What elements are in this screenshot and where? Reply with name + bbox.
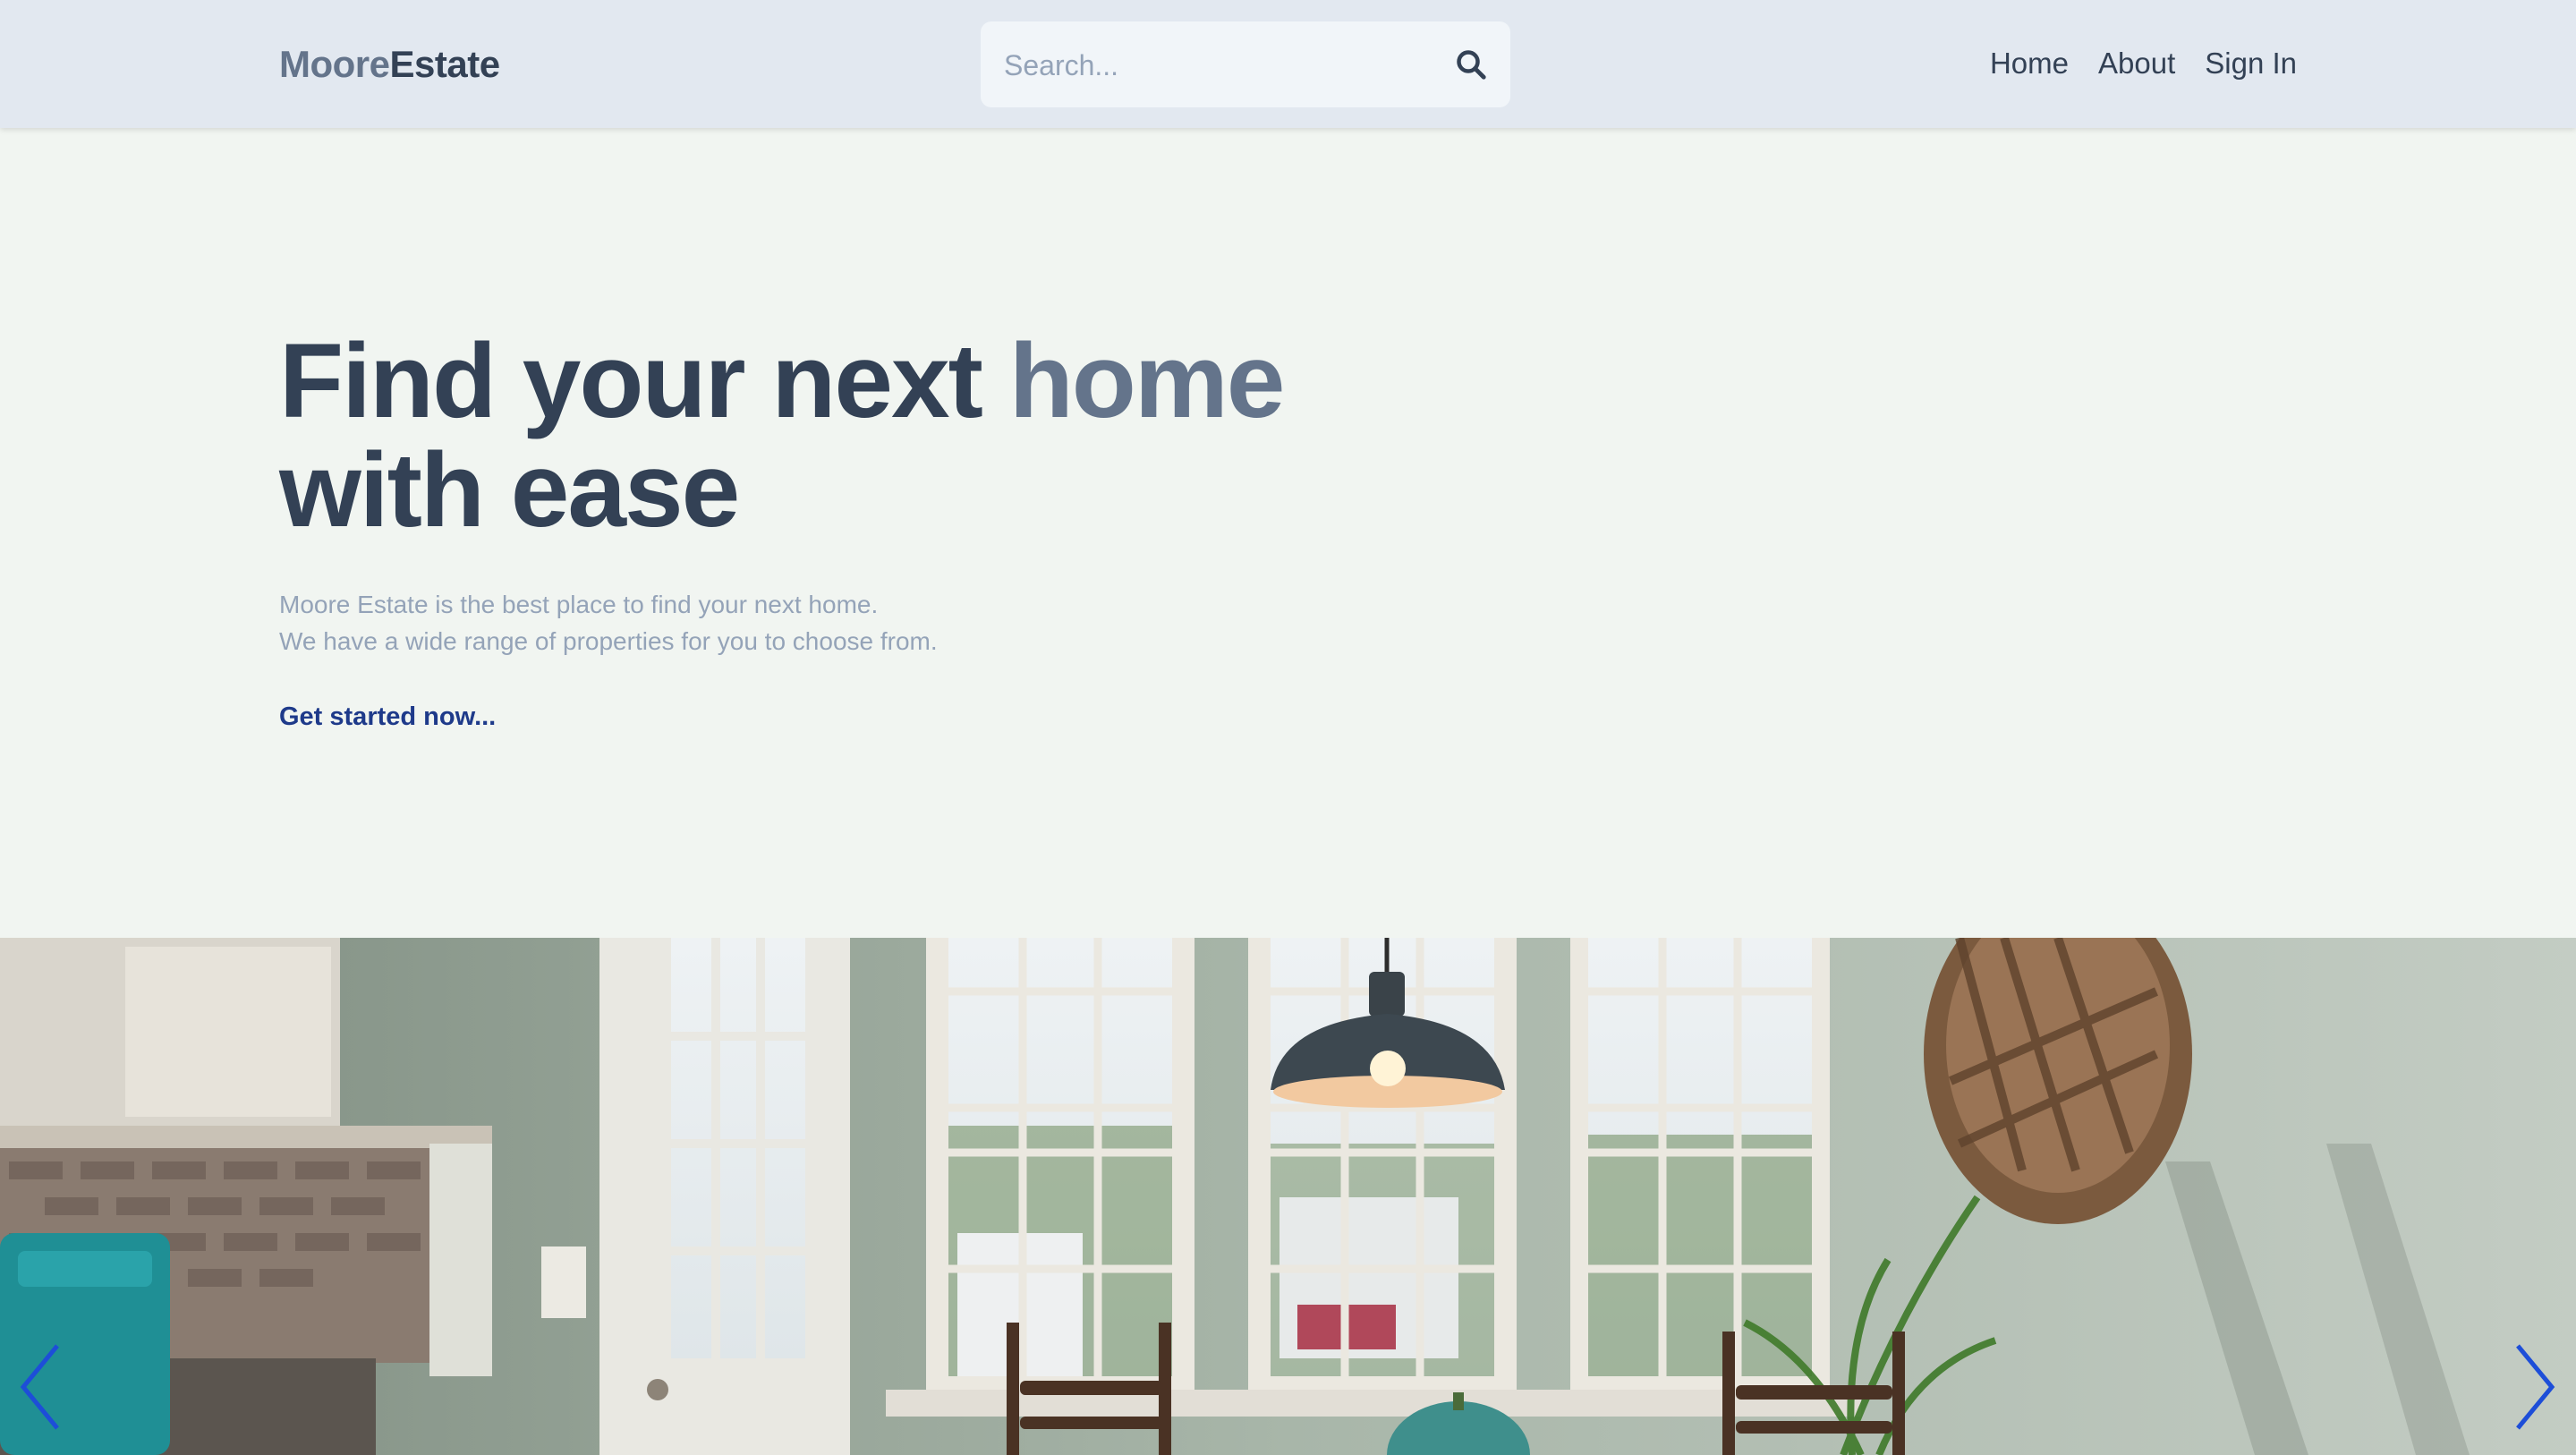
hero-description-line1: Moore Estate is the best place to find y… [279, 591, 879, 618]
logo-part-estate: Estate [389, 43, 501, 85]
search-input[interactable] [1002, 21, 1435, 109]
main-nav: Home About Sign In [1990, 47, 2297, 81]
nav-sign-in-link[interactable]: Sign In [2205, 47, 2297, 81]
carousel-next-button[interactable] [2512, 1342, 2557, 1432]
hero-title-accent: home [1008, 322, 1286, 440]
hero-title: Find your next home with ease [279, 327, 1285, 545]
carousel-image [0, 938, 2576, 1455]
hero-description: Moore Estate is the best place to find y… [279, 586, 938, 659]
nav-home-link[interactable]: Home [1990, 47, 2069, 81]
site-header: MooreEstate Home About Sign In [0, 0, 2576, 128]
hero-title-line2: with ease [279, 431, 740, 549]
search-icon[interactable] [1455, 48, 1487, 81]
carousel-prev-button[interactable] [18, 1342, 63, 1432]
hero-title-start: Find your next [279, 322, 1009, 440]
chevron-right-icon [2516, 1344, 2555, 1430]
logo-part-moore: Moore [279, 43, 390, 85]
logo[interactable]: MooreEstate [279, 43, 500, 86]
kitchen-photo [0, 938, 2576, 1455]
hero-description-line2: We have a wide range of properties for y… [279, 627, 938, 655]
chevron-left-icon [20, 1344, 59, 1430]
get-started-link[interactable]: Get started now... [279, 702, 496, 732]
search-box [981, 21, 1510, 109]
nav-about-link[interactable]: About [2098, 47, 2175, 81]
